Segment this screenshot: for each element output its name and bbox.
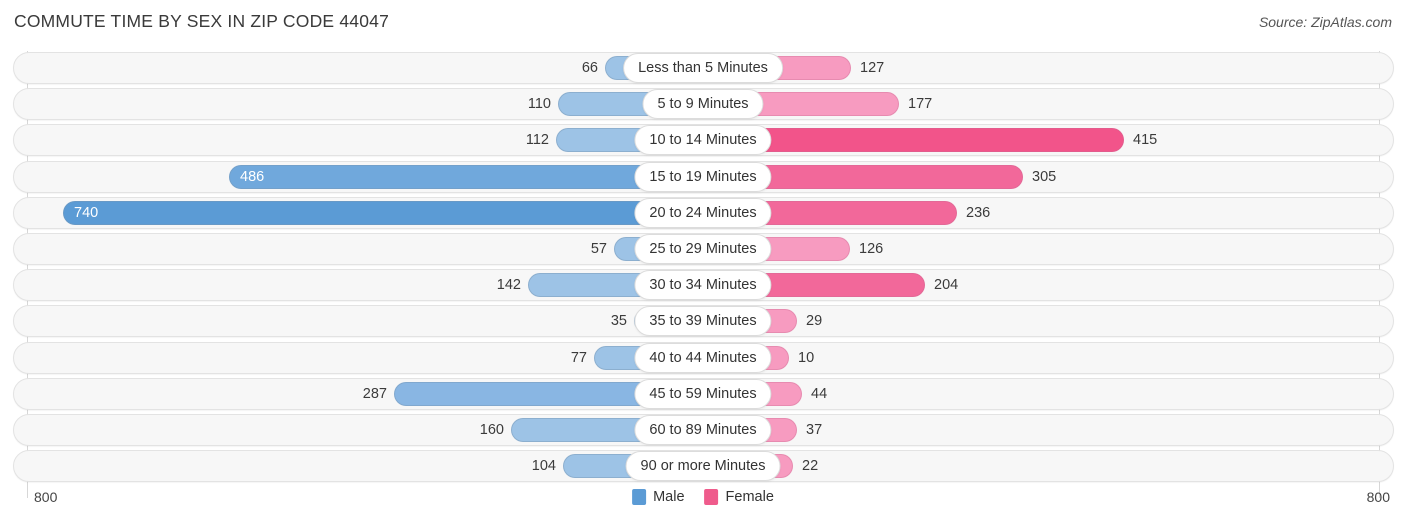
bar-value-male: 104 — [531, 458, 556, 475]
page-title: COMMUTE TIME BY SEX IN ZIP CODE 44047 — [14, 11, 390, 31]
bar-value-male: 112 — [525, 132, 549, 149]
table-row: 160 37 60 to 89 Minutes — [13, 414, 1394, 446]
bar-value-female: 10 — [798, 349, 815, 366]
bar-value-female: 37 — [806, 422, 823, 438]
table-row: 740 236 20 to 24 Minutes — [13, 196, 1394, 229]
category-label-pill: 45 to 59 Minutes — [634, 378, 772, 409]
bar-value-male: 486 — [240, 168, 265, 185]
bar-value-female: 236 — [966, 204, 991, 221]
bar-value-male: 160 — [479, 422, 504, 438]
category-label-pill: 10 to 14 Minutes — [634, 125, 772, 156]
plot-area: 66 127 Less than 5 Minutes 110 177 5 to 9 Min… — [0, 51, 1406, 498]
source-attribution: Source: ZipAtlas.com — [1258, 14, 1392, 30]
category-label-pill: 15 to 19 Minutes — [634, 161, 772, 192]
bar-male[interactable] — [63, 200, 703, 225]
table-row: 287 44 45 to 59 Minutes — [13, 377, 1394, 410]
axis-tick-left: 800 — [34, 489, 58, 505]
legend-label: Male — [653, 489, 685, 505]
category-label-pill: 25 to 29 Minutes — [634, 234, 772, 264]
bar-value-female: 415 — [1133, 132, 1158, 149]
table-row: 104 22 90 or more Minutes — [13, 450, 1394, 483]
category-label-pill: Less than 5 Minutes — [623, 53, 783, 83]
legend-swatch-female — [704, 489, 719, 505]
bar-value-male: 66 — [581, 60, 598, 76]
table-row: 486 305 15 to 19 Minutes — [13, 160, 1394, 193]
chart-footer: 800 800 Male Female — [0, 486, 1406, 523]
bar-value-male: 740 — [74, 204, 99, 221]
category-label-pill: 90 or more Minutes — [625, 451, 781, 482]
table-row: 77 10 40 to 44 Minutes — [13, 341, 1394, 374]
bar-value-female: 29 — [806, 313, 823, 330]
bar-value-female: 305 — [1032, 168, 1057, 185]
legend-item-female[interactable]: Female — [704, 489, 774, 505]
table-row: 66 127 Less than 5 Minutes — [13, 52, 1394, 84]
category-label-pill: 60 to 89 Minutes — [634, 415, 772, 445]
bar-value-male: 77 — [570, 349, 587, 366]
bar-male[interactable] — [229, 164, 703, 189]
category-label-pill: 30 to 34 Minutes — [634, 270, 772, 301]
chart-root: COMMUTE TIME BY SEX IN ZIP CODE 44047 So… — [0, 0, 1406, 523]
bar-value-female: 127 — [860, 60, 885, 76]
legend: Male Female — [632, 489, 774, 505]
table-row: 110 177 5 to 9 Minutes — [13, 88, 1394, 121]
axis-tick-right: 800 — [1366, 489, 1390, 505]
category-label-pill: 40 to 44 Minutes — [634, 342, 772, 373]
category-label-pill: 5 to 9 Minutes — [642, 89, 764, 120]
bar-value-female: 126 — [859, 241, 884, 257]
table-row: 142 204 30 to 34 Minutes — [13, 269, 1394, 302]
bar-value-female: 204 — [934, 277, 959, 294]
legend-item-male[interactable]: Male — [632, 489, 685, 505]
bar-value-female: 44 — [811, 385, 828, 402]
table-row: 35 29 35 to 39 Minutes — [13, 305, 1394, 338]
bar-value-male: 287 — [362, 385, 387, 402]
bar-value-female: 177 — [908, 96, 933, 113]
legend-label: Female — [725, 489, 774, 505]
bar-value-male: 35 — [610, 313, 627, 330]
bar-value-male: 142 — [496, 277, 521, 294]
bar-value-male: 110 — [527, 96, 551, 113]
category-label-pill: 20 to 24 Minutes — [634, 197, 772, 228]
table-row: 112 415 10 to 14 Minutes — [13, 124, 1394, 157]
table-row: 57 126 25 to 29 Minutes — [13, 233, 1394, 265]
category-label-pill: 35 to 39 Minutes — [634, 306, 772, 337]
legend-swatch-male — [632, 489, 647, 505]
bar-value-female: 22 — [802, 458, 819, 475]
bar-value-male: 57 — [590, 241, 607, 257]
